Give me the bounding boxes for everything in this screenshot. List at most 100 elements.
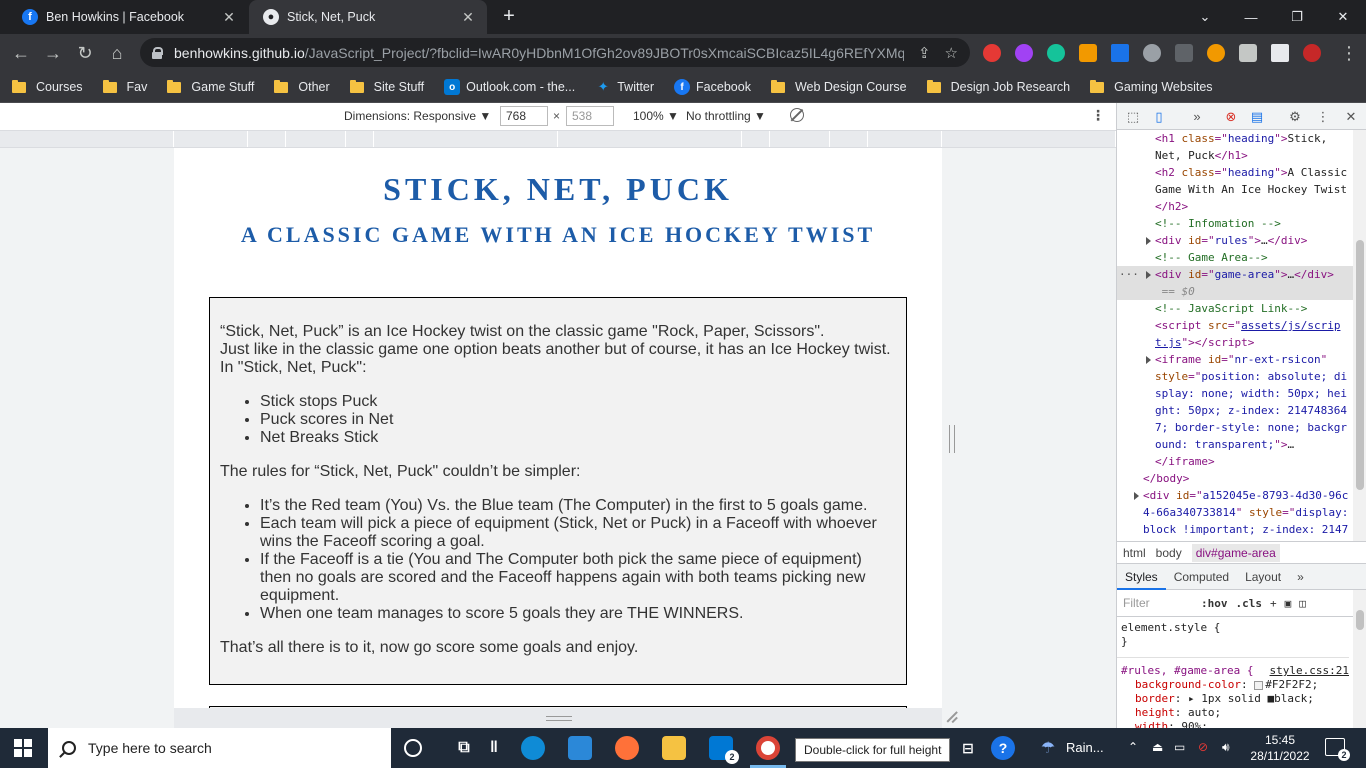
extension-circle-icon[interactable] (1143, 44, 1161, 62)
tray-battery-icon[interactable]: ▭ (1174, 740, 1185, 754)
node-actions-icon[interactable]: ··· (1119, 266, 1139, 283)
dom-node-line[interactable]: </body> (1117, 470, 1353, 487)
rule-source-link[interactable]: style.css:21 (1270, 664, 1349, 678)
tray-volume-icon[interactable]: 🔊︎ (1222, 740, 1230, 755)
resize-handle-corner[interactable] (945, 711, 959, 723)
tray-usb-icon[interactable]: ⏏ (1152, 740, 1163, 754)
bookmark-fav[interactable]: Fav (102, 79, 147, 94)
dom-node-line[interactable]: ound: transparent;">… (1117, 436, 1353, 453)
zoom-dropdown[interactable]: 100% ▼ (633, 109, 679, 123)
dom-node-line[interactable]: <iframe id="nr-ext-rsicon" (1117, 351, 1353, 368)
expand-triangle-icon[interactable] (1146, 237, 1151, 245)
class-toggle[interactable]: .cls (1236, 597, 1263, 610)
lock-icon[interactable] (152, 46, 163, 59)
chrome-icon[interactable] (756, 736, 780, 760)
dom-node-line[interactable]: <h2 class="heading">A Classic (1117, 164, 1353, 181)
tab-search-icon[interactable]: ⌄ (1182, 0, 1228, 34)
bookmark-game-stuff[interactable]: Game Stuff (167, 79, 254, 94)
dimensions-dropdown[interactable]: Dimensions: Responsive ▼ (344, 109, 491, 123)
bookmark-outlook[interactable]: o Outlook.com - the... (444, 79, 575, 95)
menu-kebab-icon[interactable]: ⋮ (1336, 40, 1362, 66)
restore-button[interactable]: ❐ (1274, 0, 1320, 34)
bookmark-star-icon[interactable]: ☆ (945, 44, 958, 62)
windows-start-icon[interactable] (14, 739, 32, 757)
style-property[interactable]: width: 90%; (1121, 720, 1349, 728)
expand-triangle-icon[interactable] (1134, 492, 1139, 500)
reading-list-icon[interactable] (1271, 44, 1289, 62)
close-devtools-icon[interactable]: ✕ (1343, 109, 1359, 125)
resize-handle-bottom[interactable] (174, 708, 942, 728)
media-query-ruler[interactable] (0, 131, 1116, 148)
resize-handle-right[interactable] (949, 425, 955, 453)
settings-gear-icon[interactable]: ⚙ (1287, 109, 1303, 125)
grammarly-icon[interactable] (1047, 44, 1065, 62)
extension-block-icon[interactable] (1015, 44, 1033, 62)
bookmark-other[interactable]: Other (274, 79, 330, 94)
add-rule-icon[interactable]: + (1270, 597, 1277, 610)
viewport-height-input[interactable]: 538 (566, 106, 614, 126)
viewport-width-input[interactable]: 768 (500, 106, 548, 126)
store-icon[interactable] (568, 736, 592, 760)
elements-scrollbar[interactable] (1353, 130, 1366, 541)
dom-node-line[interactable]: ght: 50px; z-index: 214748364 (1117, 402, 1353, 419)
bookmark-twitter[interactable]: ✦ Twitter (595, 79, 654, 95)
hover-state-toggle[interactable]: :hov (1201, 597, 1228, 610)
new-tab-button[interactable]: + (497, 6, 521, 28)
breadcrumb-html[interactable]: html (1123, 546, 1146, 560)
notification-center-icon[interactable]: 2 (1325, 738, 1350, 761)
taskbar-search[interactable]: Type here to search (48, 728, 391, 768)
breadcrumb-game-area[interactable]: div#game-area (1191, 543, 1280, 562)
dom-node-line[interactable]: Net, Puck</h1> (1117, 147, 1353, 164)
throttling-dropdown[interactable]: No throttling ▼ (686, 109, 766, 123)
firefox-icon[interactable] (615, 736, 639, 760)
more-tabs-icon[interactable]: » (1189, 109, 1205, 125)
dom-node-line[interactable]: splay: none; width: 50px; hei (1117, 385, 1353, 402)
more-style-tabs[interactable]: » (1289, 564, 1312, 590)
home-icon[interactable]: ⌂ (104, 40, 130, 66)
forward-icon[interactable]: → (40, 40, 66, 66)
edge-icon[interactable] (521, 736, 545, 760)
breadcrumb-body[interactable]: body (1156, 546, 1182, 560)
bookmark-courses[interactable]: Courses (12, 79, 83, 94)
cortana-icon[interactable] (404, 739, 422, 757)
dom-node-line[interactable]: <div id="a152045e-8793-4d30-96c (1117, 487, 1353, 504)
device-toggle-icon[interactable]: ▯ (1151, 109, 1167, 125)
back-icon[interactable]: ← (8, 40, 34, 66)
color-swatch[interactable] (1254, 680, 1264, 690)
extension-shield-icon[interactable] (983, 44, 1001, 62)
bookmark-web-design-course[interactable]: Web Design Course (770, 79, 907, 94)
share-icon[interactable]: ⇪ (918, 44, 931, 62)
extension-g-icon[interactable] (1207, 44, 1225, 62)
rotate-icon[interactable] (790, 108, 804, 122)
inspect-element-icon[interactable]: ⬚ (1125, 109, 1141, 125)
extension-n-icon[interactable] (1111, 44, 1129, 62)
minimize-button[interactable]: — (1228, 0, 1274, 34)
bookmark-facebook[interactable]: f Facebook (674, 79, 751, 95)
task-view-icon[interactable]: ⧉ (452, 736, 476, 760)
dom-node-line[interactable]: t.js"></script> (1117, 334, 1353, 351)
bookmark-site-stuff[interactable]: Site Stuff (349, 79, 424, 94)
tray-chevron-icon[interactable]: ⌃ (1128, 740, 1138, 754)
toggle-sidebar-icon[interactable]: ◫ (1299, 597, 1306, 610)
styles-pane[interactable]: element.style { } style.css:21 #rules, #… (1117, 617, 1353, 728)
weather-icon[interactable]: ☂ (1036, 736, 1060, 760)
dom-node-line[interactable]: Game With An Ice Hockey Twist (1117, 181, 1353, 198)
device-toolbar-more-icon[interactable]: ⋮ (1091, 107, 1105, 124)
extension-key-icon[interactable] (1079, 44, 1097, 62)
tab-styles[interactable]: Styles (1117, 564, 1166, 590)
mail-icon[interactable]: 2 (709, 736, 739, 764)
address-bar[interactable]: benhowkins.github.io /JavaScript_Project… (140, 38, 970, 67)
tab-facebook[interactable]: f Ben Howkins | Facebook ✕ (8, 0, 248, 34)
dom-node-line[interactable]: style="position: absolute; di (1117, 368, 1353, 385)
dom-node-line[interactable]: <div id="rules">…</div> (1117, 232, 1353, 249)
elements-tree[interactable]: <h1 class="heading">Stick, Net, Puck</h1>… (1117, 130, 1353, 541)
help-icon[interactable]: ? (991, 736, 1015, 760)
weather-label[interactable]: Rain... (1066, 740, 1104, 755)
bookmark-design-job-research[interactable]: Design Job Research (926, 79, 1070, 94)
bookmark-gaming-websites[interactable]: Gaming Websites (1090, 79, 1213, 94)
dom-node-line[interactable]: 7; border-style: none; backgr (1117, 419, 1353, 436)
dom-node-line[interactable]: </iframe> (1117, 453, 1353, 470)
dom-node-line[interactable]: ··· <div id="game-area">…</div> (1117, 266, 1353, 283)
dom-node-line[interactable]: <h1 class="heading">Stick, (1117, 130, 1353, 147)
tab-layout[interactable]: Layout (1237, 564, 1289, 590)
